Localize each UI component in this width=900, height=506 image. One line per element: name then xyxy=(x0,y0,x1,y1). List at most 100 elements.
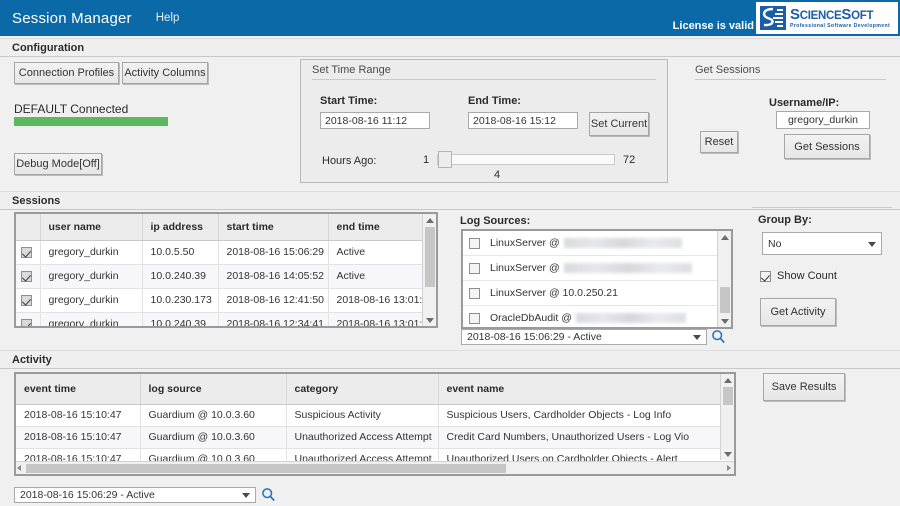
scroll-left-icon[interactable] xyxy=(17,465,21,471)
slider-min-label: 1 xyxy=(423,154,430,166)
section-title-configuration: Configuration xyxy=(12,42,85,54)
set-current-button[interactable]: Set Current xyxy=(589,112,649,136)
scroll-down-icon[interactable] xyxy=(423,314,437,326)
sessions-row-checkbox-cell[interactable] xyxy=(16,312,41,326)
search-icon[interactable] xyxy=(711,329,726,345)
list-item[interactable]: LinuxServer @ xyxy=(463,231,731,256)
show-count-row[interactable]: Show Count xyxy=(760,270,837,282)
sessions-cell-ip-address: 10.0.5.50 xyxy=(142,240,219,265)
sessions-cell-end-time: Active xyxy=(328,264,423,289)
set-time-range-title: Set Time Range xyxy=(312,64,391,76)
reset-button[interactable]: Reset xyxy=(700,131,738,153)
slider-max-label: 72 xyxy=(623,154,636,166)
save-results-button[interactable]: Save Results xyxy=(763,373,845,401)
table-row[interactable]: 2018-08-16 15:10:47 Guardium @ 10.0.3.60… xyxy=(16,426,734,449)
list-item[interactable]: LinuxServer @ 10.0.250.21 xyxy=(463,281,731,306)
log-sources-session-select[interactable]: 2018-08-16 15:06:29 - Active xyxy=(461,329,707,345)
log-source-checkbox[interactable] xyxy=(469,287,480,299)
activity-horizontal-scrollbar[interactable] xyxy=(16,461,734,474)
sessions-row-checkbox-cell[interactable] xyxy=(16,240,41,265)
username-ip-input[interactable]: gregory_durkin xyxy=(776,111,870,129)
activity-scroll-thumb[interactable] xyxy=(723,387,733,405)
log-sources-vertical-scrollbar[interactable] xyxy=(717,231,731,327)
activity-cell-log-source: Guardium @ 10.0.3.60 xyxy=(140,426,287,449)
activity-cell-event-name: Credit Card Numbers, Unauthorized Users … xyxy=(438,426,734,449)
sessions-cell-ip-address: 10.0.240.39 xyxy=(142,264,219,289)
chevron-down-icon[interactable] xyxy=(868,241,876,247)
activity-col-category[interactable]: category xyxy=(286,374,439,405)
log-source-redacted-host xyxy=(563,263,692,273)
table-row[interactable]: 2018-08-16 15:10:47 Guardium @ 10.0.3.60… xyxy=(16,404,734,427)
sessions-row-checkbox-cell[interactable] xyxy=(16,288,41,313)
sessions-col-user-name[interactable]: user name xyxy=(40,214,143,241)
chevron-down-icon[interactable] xyxy=(242,493,250,498)
group-by-select[interactable]: No xyxy=(762,232,882,255)
scroll-down-icon[interactable] xyxy=(721,448,735,460)
sessions-row-checkbox[interactable] xyxy=(21,246,32,258)
log-source-checkbox[interactable] xyxy=(469,237,480,249)
get-activity-button[interactable]: Get Activity xyxy=(760,298,836,326)
sessions-scroll-thumb[interactable] xyxy=(425,227,435,287)
sessions-col-ip-address[interactable]: ip address xyxy=(142,214,219,241)
log-source-name: OracleDbAudit @ xyxy=(490,312,572,324)
activity-cell-event-time: 2018-08-16 15:10:47 xyxy=(16,404,141,427)
app-title: Session Manager xyxy=(12,9,132,27)
activity-columns-button[interactable]: Activity Columns xyxy=(122,62,208,84)
sessions-cell-user-name: gregory_durkin xyxy=(40,288,143,313)
activity-col-event-time[interactable]: event time xyxy=(16,374,141,405)
sessions-cell-user-name: gregory_durkin xyxy=(40,312,143,326)
sessions-col-end-time[interactable]: end time xyxy=(328,214,423,241)
scroll-down-icon[interactable] xyxy=(718,315,732,327)
sessions-col-start-time[interactable]: start time xyxy=(218,214,329,241)
scroll-up-icon[interactable] xyxy=(721,374,735,386)
end-time-label: End Time: xyxy=(468,95,521,107)
sciencesoft-logo: SCIENCESOFT Professional Software Develo… xyxy=(756,2,898,34)
activity-col-log-source[interactable]: log source xyxy=(140,374,287,405)
activity-vertical-scrollbar[interactable] xyxy=(720,374,734,460)
sessions-row-checkbox[interactable] xyxy=(21,270,32,282)
table-row[interactable]: gregory_durkin 10.0.240.39 2018-08-16 14… xyxy=(16,264,423,289)
activity-session-select[interactable]: 2018-08-16 15:06:29 - Active xyxy=(14,487,256,503)
log-sources-scroll-thumb[interactable] xyxy=(720,287,730,313)
log-source-checkbox[interactable] xyxy=(469,262,480,274)
activity-cell-category: Suspicious Activity xyxy=(286,404,439,427)
log-source-redacted-host xyxy=(575,313,686,323)
search-icon[interactable] xyxy=(261,487,276,503)
log-source-name: LinuxServer @ 10.0.250.21 xyxy=(490,287,618,299)
get-sessions-button[interactable]: Get Sessions xyxy=(784,134,870,159)
list-item[interactable]: OracleDbAudit @ xyxy=(463,306,731,327)
hours-ago-slider-thumb[interactable] xyxy=(438,151,452,168)
sessions-row-checkbox-cell[interactable] xyxy=(16,264,41,289)
table-row[interactable]: gregory_durkin 10.0.240.39 2018-08-16 12… xyxy=(16,312,423,326)
log-source-checkbox[interactable] xyxy=(469,312,480,324)
hours-ago-slider-track[interactable] xyxy=(437,154,615,165)
activity-cell-event-name: Suspicious Users, Cardholder Objects - L… xyxy=(438,404,734,427)
activity-cell-category: Unauthorized Access Attempt xyxy=(286,426,439,449)
get-sessions-title: Get Sessions xyxy=(695,64,761,76)
connection-profiles-button[interactable]: Connection Profiles xyxy=(14,62,119,84)
group-by-divider xyxy=(752,207,892,208)
sessions-col-check xyxy=(16,214,41,241)
list-item[interactable]: LinuxServer @ xyxy=(463,256,731,281)
start-time-input[interactable]: 2018-08-16 11:12 xyxy=(320,112,430,129)
section-title-sessions: Sessions xyxy=(12,195,61,207)
show-count-checkbox[interactable] xyxy=(760,270,771,282)
log-source-name: LinuxServer @ xyxy=(490,262,560,274)
sessions-row-checkbox[interactable] xyxy=(21,294,32,306)
scroll-up-icon[interactable] xyxy=(718,231,732,243)
scroll-right-icon[interactable] xyxy=(727,465,731,471)
activity-col-event-name[interactable]: event name xyxy=(438,374,734,405)
end-time-input[interactable]: 2018-08-16 15:12 xyxy=(468,112,578,129)
scroll-up-icon[interactable] xyxy=(423,214,437,226)
set-time-range-divider xyxy=(312,79,656,80)
session-manager-window: Session Manager Help License is valid SC… xyxy=(0,0,900,506)
sessions-row-checkbox[interactable] xyxy=(21,318,32,326)
table-row[interactable]: gregory_durkin 10.0.5.50 2018-08-16 15:0… xyxy=(16,240,423,265)
activity-hscroll-thumb[interactable] xyxy=(26,464,506,473)
chevron-down-icon[interactable] xyxy=(693,335,701,340)
sessions-vertical-scrollbar[interactable] xyxy=(422,214,436,326)
menu-item-help[interactable]: Help xyxy=(156,12,180,24)
debug-mode-button[interactable]: Debug Mode[Off] xyxy=(14,153,102,175)
table-row[interactable]: gregory_durkin 10.0.230.173 2018-08-16 1… xyxy=(16,288,423,313)
activity-header-row: event time log source category event nam… xyxy=(16,374,734,405)
